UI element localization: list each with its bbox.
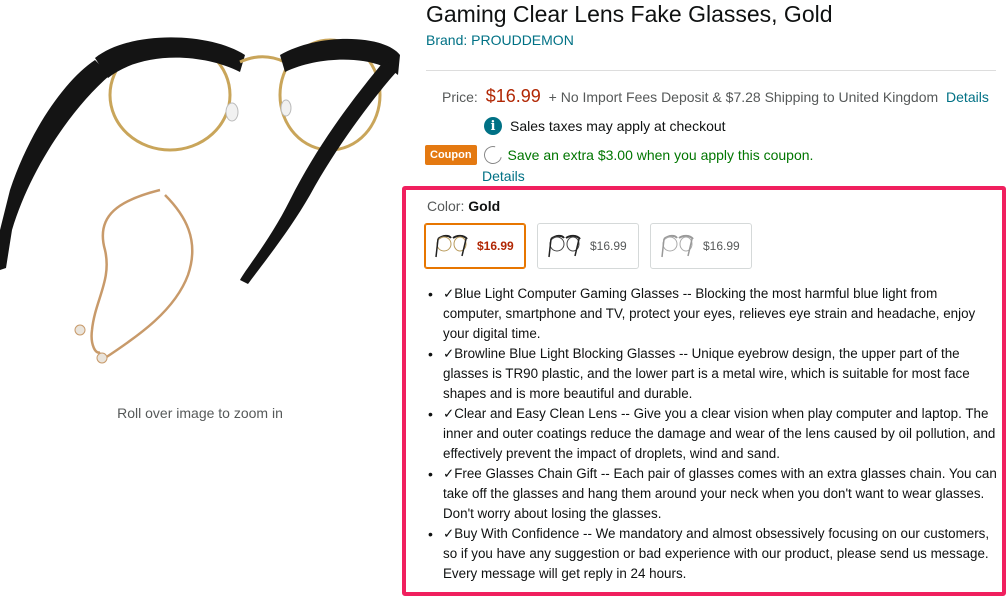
feature-bullet: ✓Clear and Easy Clean Lens -- Give you a… xyxy=(428,404,998,464)
glasses-thumbnail-icon xyxy=(435,234,468,258)
coupon-details-link[interactable]: Details xyxy=(482,168,525,184)
price-value: $16.99 xyxy=(485,86,541,106)
shipping-info: + No Import Fees Deposit & $7.28 Shippin… xyxy=(548,89,939,105)
color-swatch-gold[interactable]: $16.99 xyxy=(424,223,526,269)
brand-link[interactable]: Brand: PROUDDEMON xyxy=(426,32,574,48)
color-swatch-black[interactable]: $16.99 xyxy=(537,223,639,269)
product-image-panel: Roll over image to zoom in xyxy=(0,0,400,595)
coupon-badge: Coupon xyxy=(425,145,477,165)
info-icon[interactable]: i xyxy=(484,117,502,135)
coupon-row: Coupon Save an extra $3.00 when you appl… xyxy=(425,142,814,168)
color-label-text: Color: xyxy=(427,198,465,214)
coupon-text: Save an extra $3.00 when you apply this … xyxy=(507,147,814,163)
coupon-checkbox[interactable] xyxy=(480,142,505,168)
swatch-price: $16.99 xyxy=(703,239,740,253)
glasses-thumbnail-icon xyxy=(548,234,581,258)
glasses-thumbnail-icon xyxy=(661,234,694,258)
color-swatch-silver[interactable]: $16.99 xyxy=(650,223,752,269)
product-image[interactable] xyxy=(0,0,400,400)
feature-bullet: ✓Browline Blue Light Blocking Glasses --… xyxy=(428,344,998,404)
price-label: Price: xyxy=(442,89,478,105)
swatch-price: $16.99 xyxy=(590,239,627,253)
feature-bullet: ✓Blue Light Computer Gaming Glasses -- B… xyxy=(428,284,998,344)
feature-bullets: ✓Blue Light Computer Gaming Glasses -- B… xyxy=(428,284,998,584)
swatch-price: $16.99 xyxy=(477,239,514,253)
feature-bullet: ✓Buy With Confidence -- We mandatory and… xyxy=(428,524,998,584)
feature-bullet: ✓Free Glasses Chain Gift -- Each pair of… xyxy=(428,464,998,524)
price-row: Price: $16.99 + No Import Fees Deposit &… xyxy=(442,86,989,107)
tax-row: i Sales taxes may apply at checkout xyxy=(484,117,726,135)
zoom-hint: Roll over image to zoom in xyxy=(117,405,283,421)
color-label: Color: Gold xyxy=(427,198,500,214)
tax-text: Sales taxes may apply at checkout xyxy=(510,118,726,134)
color-selected-value: Gold xyxy=(468,198,501,214)
product-title: Gaming Clear Lens Fake Glasses, Gold xyxy=(426,1,833,27)
shipping-details-link[interactable]: Details xyxy=(946,89,989,105)
divider xyxy=(426,70,996,71)
